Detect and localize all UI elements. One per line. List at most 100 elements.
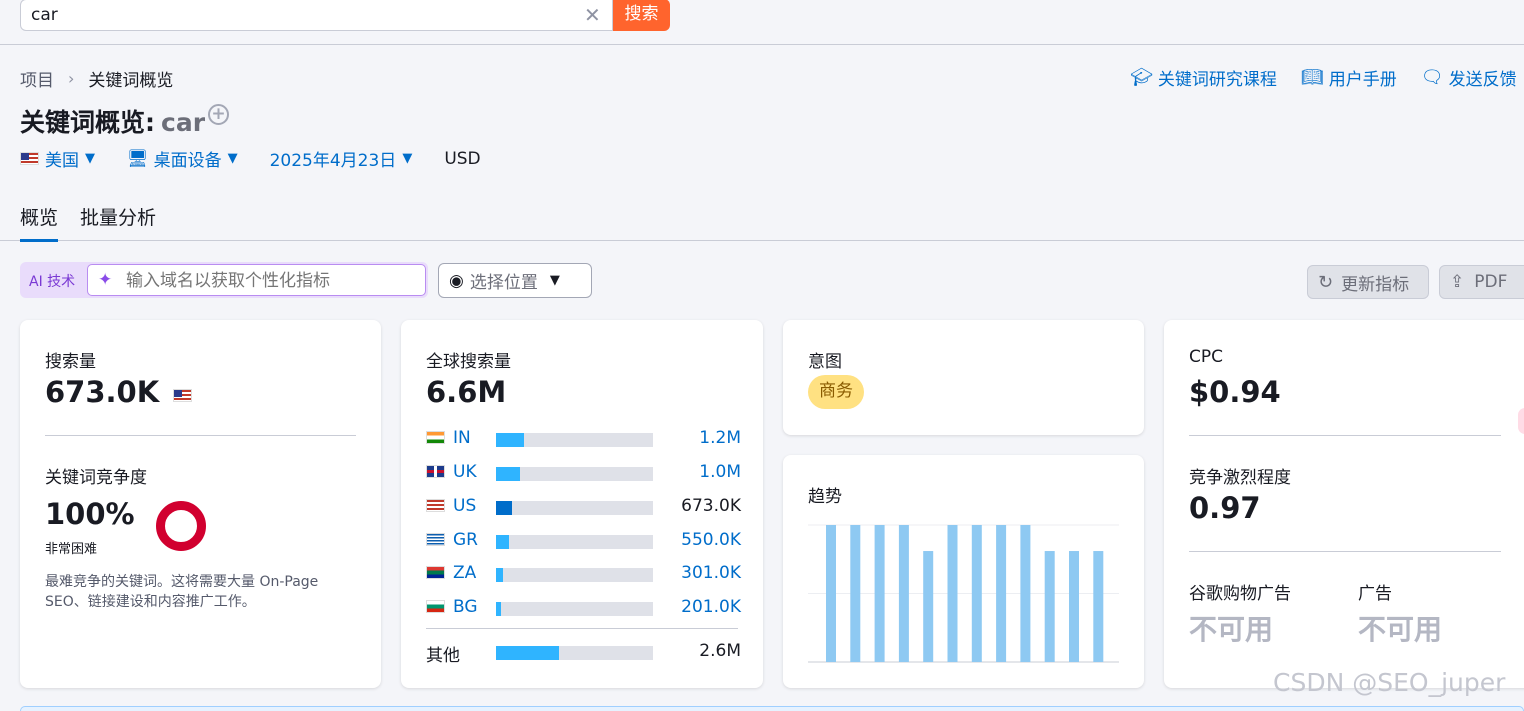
- chevron-down-icon: ▼: [227, 151, 238, 166]
- search-button[interactable]: 搜索: [613, 0, 670, 31]
- pdf-export-button[interactable]: ⇪ PDF: [1439, 265, 1524, 299]
- divider: [45, 435, 356, 436]
- trend-bar[interactable]: [1044, 551, 1055, 662]
- country-row-gr[interactable]: GR 550.0K: [426, 530, 741, 550]
- desktop-icon: 🖥︎: [127, 148, 149, 169]
- trend-label: 趋势: [808, 487, 842, 507]
- divider: [1189, 551, 1501, 552]
- us-flag-icon: [173, 389, 193, 402]
- bulgaria-flag-icon: [426, 600, 445, 613]
- share-bar: [496, 501, 653, 515]
- breadcrumb-root[interactable]: 项目: [20, 66, 54, 91]
- intent-badge[interactable]: 商务: [808, 375, 864, 409]
- competition-label: 竞争激烈程度: [1189, 468, 1291, 488]
- divider: [426, 628, 738, 629]
- south-africa-flag-icon: [426, 566, 445, 579]
- feedback-link[interactable]: 🗨︎ 发送反馈: [1421, 65, 1517, 90]
- kd-label: 关键词竞争度: [45, 468, 147, 488]
- bottom-banner: [20, 706, 1524, 711]
- watermark: CSDN @SEO_juper: [1273, 668, 1506, 697]
- breadcrumb: 项目 › 关键词概览: [20, 66, 173, 91]
- global-volume-value: 6.6M: [426, 375, 507, 409]
- chevron-down-icon: ▼: [549, 273, 560, 288]
- country-row-in[interactable]: IN 1.2M: [426, 428, 741, 448]
- share-bar: [496, 535, 653, 549]
- trend-bar[interactable]: [898, 525, 909, 662]
- country-row-uk[interactable]: UK 1.0M: [426, 462, 741, 482]
- search-input[interactable]: [31, 4, 571, 26]
- trend-bar[interactable]: [1093, 551, 1104, 662]
- chevron-down-icon: ▼: [402, 151, 413, 166]
- country-row-other: 其他 2.6M: [426, 641, 741, 666]
- cpc-label: CPC: [1189, 347, 1223, 367]
- trend-bar[interactable]: [874, 525, 885, 662]
- close-icon[interactable]: ✕: [584, 3, 601, 27]
- trend-bar[interactable]: [947, 525, 958, 662]
- trend-bar[interactable]: [1069, 551, 1079, 662]
- country-row-us[interactable]: US 673.0K: [426, 496, 741, 516]
- add-circle-icon[interactable]: +: [208, 104, 229, 125]
- country-row-za[interactable]: ZA 301.0K: [426, 563, 741, 583]
- kd-value: 100%: [45, 497, 135, 531]
- shopping-ads-label: 谷歌购物广告: [1189, 584, 1291, 604]
- ads-value: 不可用: [1358, 613, 1443, 646]
- trend-chart: [808, 524, 1119, 663]
- trend-bar[interactable]: [971, 525, 982, 662]
- uk-flag-icon: [426, 465, 445, 478]
- tab-overview[interactable]: 概览: [20, 203, 59, 242]
- floating-widget[interactable]: [1518, 408, 1524, 434]
- book-icon: 📖︎: [1300, 67, 1324, 88]
- trend-bar[interactable]: [996, 525, 1007, 662]
- upload-icon: ⇪: [1450, 272, 1465, 292]
- country-row-bg[interactable]: BG 201.0K: [426, 597, 741, 617]
- tab-bar: 概览 批量分析: [0, 196, 1524, 242]
- refresh-icon: ↻: [1318, 271, 1334, 293]
- share-bar: [496, 433, 653, 447]
- share-bar: [496, 602, 653, 616]
- refresh-metrics-button[interactable]: ↻ 更新指标: [1307, 265, 1429, 299]
- help-links: 🎓︎ 关键词研究课程 📖︎ 用户手册 🗨︎ 发送反馈: [1130, 65, 1524, 90]
- feedback-icon: 🗨︎: [1420, 67, 1444, 88]
- sparkle-icon: ✦: [98, 270, 113, 290]
- trend-bar[interactable]: [850, 525, 861, 662]
- country-select[interactable]: 美国 ▼: [20, 146, 95, 171]
- global-volume-label: 全球搜索量: [426, 352, 511, 372]
- kd-level: 非常困难: [45, 542, 98, 557]
- device-select[interactable]: 🖥︎ 桌面设备 ▼: [127, 146, 238, 172]
- greece-flag-icon: [426, 533, 445, 546]
- trend-bar[interactable]: [923, 551, 934, 662]
- kd-ring-icon: [156, 501, 206, 551]
- volume-label: 搜索量: [45, 352, 96, 372]
- india-flag-icon: [426, 431, 445, 444]
- divider: [1189, 435, 1501, 436]
- volume-card: 搜索量 673.0K 关键词竞争度 100% 非常困难 最难竞争的关键词。这将需…: [20, 320, 381, 688]
- ai-input-wrap: ✦: [87, 264, 426, 296]
- kd-description: 最难竞争的关键词。这将需要大量 On-Page SEO、链接建设和内容推广工作。: [45, 574, 319, 610]
- trend-bar[interactable]: [1020, 525, 1031, 662]
- page-title: 关键词概览: car +: [20, 103, 229, 139]
- manual-link[interactable]: 📖︎ 用户手册: [1301, 65, 1397, 90]
- intent-label: 意图: [808, 352, 842, 372]
- ai-badge: AI 技术: [29, 274, 76, 290]
- cpc-value: $0.94: [1189, 375, 1281, 409]
- global-volume-card: 全球搜索量 6.6M IN 1.2M UK 1.0M US 673.0K GR …: [401, 320, 763, 688]
- cpc-card: CPC $0.94 竞争激烈程度 0.97 谷歌购物广告 不可用 广告 不可用: [1164, 320, 1524, 688]
- location-pin-icon: ◉: [449, 270, 464, 291]
- top-search-bar: ✕ 搜索: [0, 0, 1524, 45]
- us-flag-icon: [20, 152, 39, 165]
- trend-card: 趋势: [783, 455, 1144, 688]
- graduation-cap-icon: 🎓︎: [1130, 67, 1153, 88]
- currency-label: USD: [444, 148, 481, 169]
- domain-input[interactable]: [126, 271, 416, 291]
- chevron-right-icon: ›: [68, 69, 75, 88]
- chevron-down-icon: ▼: [85, 151, 95, 166]
- filters-bar: 美国 ▼ 🖥︎ 桌面设备 ▼ 2025年4月23日 ▼ USD: [20, 146, 481, 171]
- date-select[interactable]: 2025年4月23日 ▼: [270, 146, 413, 171]
- trend-bar[interactable]: [826, 525, 836, 662]
- course-link[interactable]: 🎓︎ 关键词研究课程: [1130, 65, 1277, 90]
- ads-label: 广告: [1358, 584, 1392, 604]
- volume-value: 673.0K: [45, 375, 198, 409]
- location-select[interactable]: ◉ 选择位置 ▼: [438, 263, 592, 298]
- tab-bulk-analysis[interactable]: 批量分析: [80, 203, 156, 230]
- ai-domain-box: AI 技术 ✦: [20, 262, 428, 298]
